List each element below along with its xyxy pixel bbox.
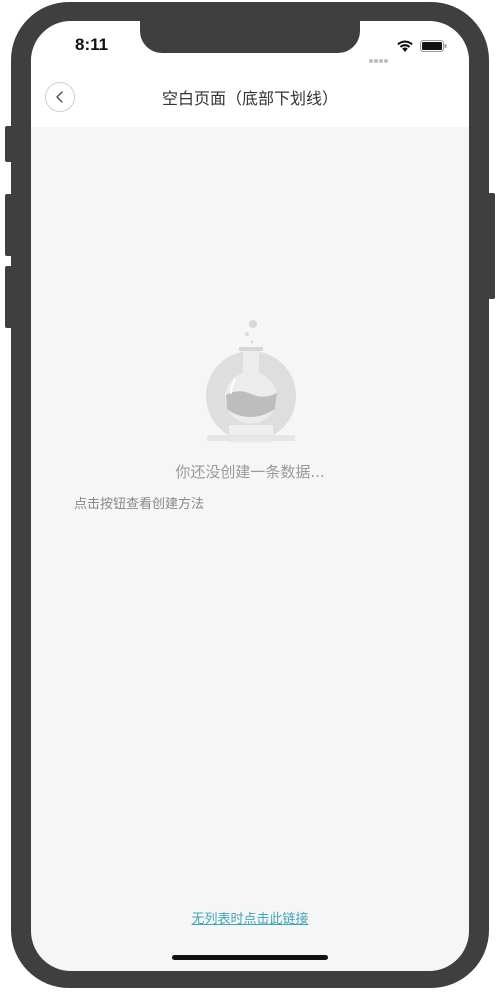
empty-message: 你还没创建一条数据...	[175, 463, 325, 481]
wifi-icon	[397, 40, 413, 52]
volume-up-button	[5, 194, 13, 256]
power-button	[488, 193, 495, 299]
notch	[140, 21, 360, 53]
empty-hint: 点击按钮查看创建方法	[74, 497, 205, 512]
silent-switch	[5, 126, 13, 162]
empty-list-link[interactable]: 无列表时点击此链接	[31, 908, 469, 927]
cellular-signal-icon	[369, 48, 389, 67]
flask-icon	[206, 320, 296, 443]
status-time: 8:11	[75, 35, 109, 54]
home-indicator[interactable]	[172, 955, 328, 960]
battery-icon	[420, 40, 447, 52]
screen: 8:11 空白页面（底部下划线） 你还没创建一条数据... 点击按钮查看创建方法…	[31, 21, 469, 971]
navigation-bar: 空白页面（底部下划线）	[31, 73, 469, 127]
volume-down-button	[5, 266, 13, 328]
page-title: 空白页面（底部下划线）	[161, 89, 338, 108]
